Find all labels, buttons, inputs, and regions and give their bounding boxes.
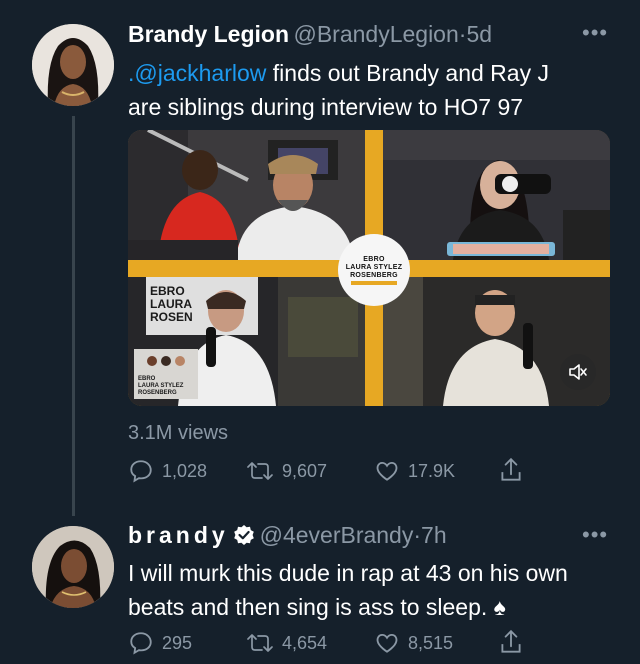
like-button[interactable]: 8,515 <box>374 630 453 656</box>
share-button[interactable] <box>498 628 524 656</box>
author-name[interactable]: Brandy Legion <box>128 21 289 47</box>
tweet1-header: Brandy Legion @BrandyLegion·5d <box>128 21 492 48</box>
share-icon <box>498 628 524 656</box>
mention-link[interactable]: .@jackharlow <box>128 60 266 86</box>
video-panel-top-right <box>383 130 610 260</box>
retweet-button[interactable]: 9,607 <box>246 458 327 484</box>
thread-connector-line <box>72 116 75 516</box>
show-logo: EBRO LAURA STYLEZ ROSENBERG <box>338 234 410 306</box>
tweet-time[interactable]: 5d <box>466 21 492 47</box>
heart-icon <box>374 458 400 484</box>
like-button[interactable]: 17.9K <box>374 458 455 484</box>
reply-count: 295 <box>162 632 193 653</box>
author-name[interactable]: brandy <box>128 522 229 548</box>
share-icon <box>498 456 524 484</box>
tweet2-text: I will murk this dude in rap at 43 on hi… <box>128 556 568 624</box>
video-panel-bottom-left: EBRO LAURA ROSEN EBRO LAURA STYLEZ ROSEN… <box>128 277 365 406</box>
studio-sign: EBRO LAURA ROSEN <box>150 284 193 324</box>
video-media[interactable]: EBRO LAURA ROSEN EBRO LAURA STYLEZ ROSEN… <box>128 130 610 406</box>
tweet2-header: brandy @4everBrandy·7h <box>128 522 447 549</box>
author-handle[interactable]: @4everBrandy <box>260 522 414 548</box>
reply-button[interactable]: 1,028 <box>128 458 207 484</box>
text-line1: I will murk this dude in rap at 43 on hi… <box>128 560 568 586</box>
studio-sign-small: EBRO LAURA STYLEZ ROSENBERG <box>138 376 184 396</box>
view-count: 3.1M views <box>128 422 229 444</box>
retweet-icon <box>246 458 274 484</box>
author-handle[interactable]: @BrandyLegion <box>293 21 458 47</box>
text-line2: beats and then sing is ass to sleep. ♠ <box>128 594 506 620</box>
verified-badge-icon <box>233 524 255 546</box>
separator: · <box>413 522 422 548</box>
reply-count: 1,028 <box>162 460 208 481</box>
retweet-count: 4,654 <box>282 632 328 653</box>
text-line2: are siblings during interview to HO7 97 <box>128 94 524 120</box>
tweet-time[interactable]: 7h <box>421 522 447 548</box>
avatar-brandy-legion[interactable] <box>32 24 114 106</box>
like-count: 17.9K <box>408 460 456 481</box>
more-icon[interactable]: ••• <box>582 522 608 548</box>
reply-icon <box>128 630 154 656</box>
mute-icon[interactable] <box>560 354 596 390</box>
tweet1-text: .@jackharlow finds out Brandy and Ray J … <box>128 56 549 124</box>
reply-icon <box>128 458 154 484</box>
like-count: 8,515 <box>408 632 454 653</box>
text-line1-rest: finds out Brandy and Ray J <box>266 60 549 86</box>
video-panel-top-left <box>128 130 365 260</box>
heart-icon <box>374 630 400 656</box>
retweet-count: 9,607 <box>282 460 328 481</box>
more-icon[interactable]: ••• <box>582 20 608 46</box>
retweet-button[interactable]: 4,654 <box>246 630 327 656</box>
avatar-brandy[interactable] <box>32 526 114 608</box>
reply-button[interactable]: 295 <box>128 630 192 656</box>
share-button[interactable] <box>498 456 524 484</box>
retweet-icon <box>246 630 274 656</box>
